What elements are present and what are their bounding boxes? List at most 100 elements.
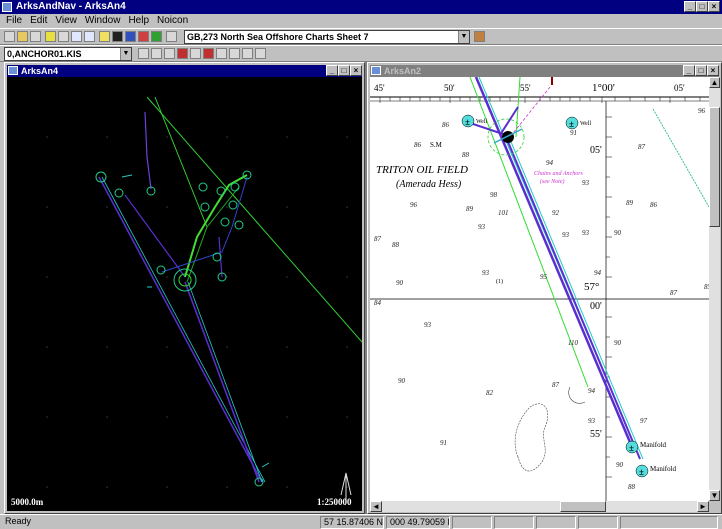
svg-text:90: 90 <box>614 339 622 347</box>
manifold-marker-2: ± <box>635 464 649 478</box>
vertical-scroll-thumb[interactable] <box>709 107 720 227</box>
chart-blue-icon[interactable] <box>125 31 136 42</box>
right-chart-window[interactable]: ArksAn2 _ □ × 45' 50' 55' 1°00' 05' 05' … <box>367 62 722 514</box>
menu-noicon[interactable]: Noicon <box>157 14 188 28</box>
svg-text:88: 88 <box>392 241 400 249</box>
zoom-in-icon[interactable] <box>71 31 82 42</box>
maximize-icon[interactable]: □ <box>695 65 707 76</box>
svg-text:91: 91 <box>570 129 577 137</box>
scroll-down-icon[interactable]: ▼ <box>709 490 720 501</box>
scroll-left-icon[interactable]: ◄ <box>370 501 382 512</box>
minimize-icon[interactable]: _ <box>683 65 695 76</box>
menu-view[interactable]: View <box>55 14 77 28</box>
menu-edit[interactable]: Edit <box>30 14 47 28</box>
window-icon[interactable] <box>371 66 381 75</box>
menu-window[interactable]: Window <box>85 14 121 28</box>
open-folder-icon[interactable] <box>17 31 28 42</box>
horizontal-scrollbar[interactable]: ◄ ► <box>370 501 709 512</box>
pointer-icon[interactable] <box>45 31 56 42</box>
menu-file[interactable]: File <box>6 14 22 28</box>
svg-text:110: 110 <box>568 339 578 347</box>
tool-2-icon[interactable] <box>151 48 162 59</box>
left-window-title: ArksAn4 <box>21 66 59 76</box>
app-titlebar: ArksAndNav - ArksAn4 _ □ × <box>0 0 722 14</box>
tool-1-icon[interactable] <box>138 48 149 59</box>
close-icon[interactable]: × <box>350 65 362 76</box>
select-rect-icon[interactable] <box>58 31 69 42</box>
chart-black-icon[interactable] <box>112 31 123 42</box>
svg-text:87: 87 <box>638 143 646 151</box>
minimize-icon[interactable]: _ <box>684 1 696 12</box>
svg-text:93: 93 <box>562 231 570 239</box>
vector-plot-canvas[interactable]: 5000.0m 1:250000 <box>7 77 362 511</box>
well-label-1: Well <box>476 119 488 125</box>
status-bar: Ready 57 15.87406 N 000 49.79059 E <box>0 514 722 529</box>
tool-8-icon[interactable] <box>229 48 240 59</box>
chevron-down-icon[interactable]: ▼ <box>458 31 469 43</box>
right-window-title: ArksAn2 <box>384 66 422 76</box>
svg-text:101: 101 <box>498 209 509 217</box>
lon-label-3: 55' <box>520 83 531 93</box>
chart-select[interactable]: GB,273 North Sea Offshore Charts Sheet 7… <box>184 30 470 44</box>
close-icon[interactable]: × <box>708 1 720 12</box>
vertical-scrollbar[interactable]: ▲ ▼ <box>709 77 720 501</box>
svg-text:94: 94 <box>588 387 596 395</box>
svg-text:96: 96 <box>410 201 418 209</box>
chart-red-icon[interactable] <box>138 31 149 42</box>
tool-10-icon[interactable] <box>255 48 266 59</box>
lat-label-00: 00' <box>590 301 602 312</box>
help-icon[interactable] <box>99 31 110 42</box>
svg-text:±: ± <box>569 119 574 129</box>
zoom-out-icon[interactable] <box>84 31 95 42</box>
draw-line-icon[interactable] <box>166 31 177 42</box>
app-icon[interactable] <box>2 2 12 12</box>
chart-color-icon[interactable] <box>151 31 162 42</box>
svg-text:94: 94 <box>594 269 602 277</box>
status-pane-6 <box>578 516 618 529</box>
tool-6-icon[interactable] <box>203 48 214 59</box>
close-icon[interactable]: × <box>707 65 719 76</box>
svg-text:94: 94 <box>546 159 554 167</box>
main-toolbar: GB,273 North Sea Offshore Charts Sheet 7… <box>0 28 722 45</box>
window-icon[interactable] <box>8 66 18 75</box>
svg-text:90: 90 <box>614 229 622 237</box>
menu-help[interactable]: Help <box>128 14 149 28</box>
svg-text:91: 91 <box>440 439 447 447</box>
svg-text:92: 92 <box>552 209 560 217</box>
svg-text:86: 86 <box>650 201 658 209</box>
status-pane-5 <box>536 516 576 529</box>
see-note-label: (see Note) <box>540 178 565 185</box>
new-file-icon[interactable] <box>4 31 15 42</box>
tool-9-icon[interactable] <box>242 48 253 59</box>
maximize-icon[interactable]: □ <box>696 1 708 12</box>
scroll-up-icon[interactable]: ▲ <box>709 77 720 88</box>
tool-5-icon[interactable] <box>190 48 201 59</box>
maximize-icon[interactable]: □ <box>338 65 350 76</box>
svg-text:87: 87 <box>552 381 560 389</box>
file-select[interactable]: 0,ANCHOR01.KIS ▼ <box>4 47 132 61</box>
svg-text:98: 98 <box>490 191 498 199</box>
left-window-titlebar[interactable]: ArksAn4 _ □ × <box>7 65 362 77</box>
svg-text:87: 87 <box>374 235 382 243</box>
left-chart-window[interactable]: ArksAn4 _ □ × 5000.0m 1:250000 <box>4 62 365 514</box>
tool-7-icon[interactable] <box>216 48 227 59</box>
tool-3-icon[interactable] <box>164 48 175 59</box>
chart-library-icon[interactable] <box>474 31 485 42</box>
chevron-down-icon[interactable]: ▼ <box>120 48 131 60</box>
svg-text:±: ± <box>639 467 644 477</box>
manifold-marker-1: ± <box>625 440 639 454</box>
field-name: TRITON OIL FIELD <box>376 164 468 176</box>
menubar: File Edit View Window Help Noicon <box>0 14 722 28</box>
horizontal-scroll-thumb[interactable] <box>560 501 606 512</box>
minimize-icon[interactable]: _ <box>326 65 338 76</box>
scroll-right-icon[interactable]: ► <box>697 501 709 512</box>
manifold-label-2: Manifold <box>650 465 677 473</box>
nautical-chart-canvas[interactable]: 45' 50' 55' 1°00' 05' 05' 57° 00' 55' ± … <box>370 77 709 501</box>
status-pane-4 <box>494 516 534 529</box>
tool-4-icon[interactable] <box>177 48 188 59</box>
svg-text:93: 93 <box>482 269 490 277</box>
right-window-titlebar[interactable]: ArksAn2 _ □ × <box>370 65 719 77</box>
print-icon[interactable] <box>30 31 41 42</box>
svg-text:90: 90 <box>398 377 406 385</box>
scale-label: 5000.0m <box>11 497 44 507</box>
